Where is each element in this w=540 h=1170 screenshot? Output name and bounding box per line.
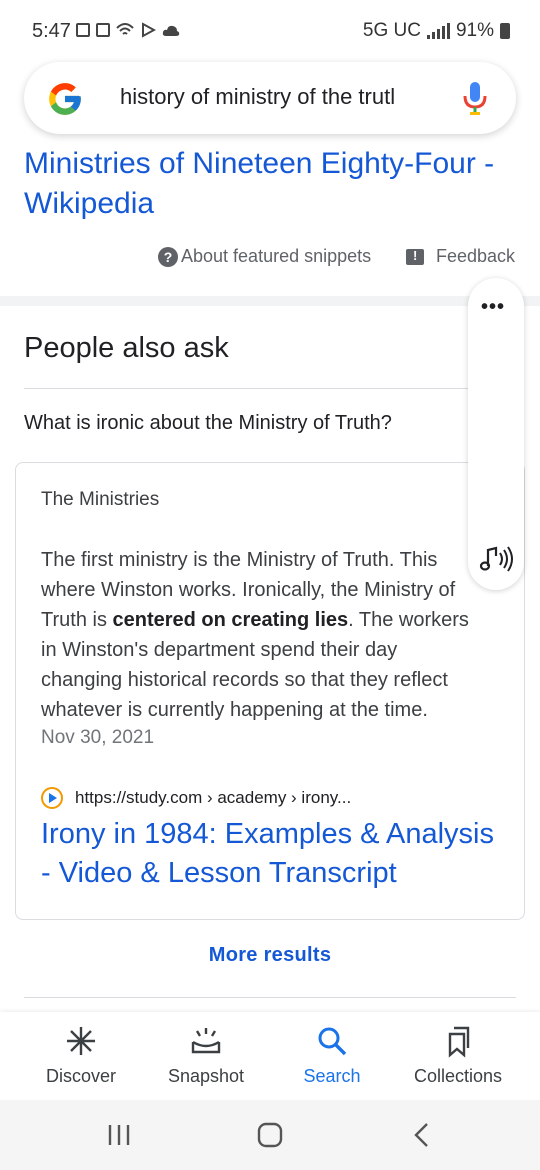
nav-label-search: Search — [303, 1066, 361, 1086]
search-bar[interactable]: history of ministry of the trutl — [24, 62, 516, 134]
feedback-label: Feedback — [436, 246, 516, 266]
nav-label-snapshot: Snapshot — [167, 1066, 245, 1086]
search-icon — [318, 1027, 347, 1056]
notification-icons — [76, 22, 180, 38]
battery-percent: 91% — [455, 20, 494, 41]
source-citation[interactable]: https://study.com › academy › irony... — [41, 787, 351, 809]
microphone-icon[interactable] — [462, 80, 488, 116]
paa-question[interactable]: What is ironic about the Ministry of Tru… — [24, 412, 392, 435]
wikipedia-result-link[interactable]: Ministries of Nineteen Eighty-Four - Wik… — [24, 144, 524, 224]
source-url[interactable]: https://study.com › academy › irony... — [75, 788, 351, 808]
about-featured-snippets-button[interactable]: ? About featured snippets — [158, 246, 371, 267]
status-right: 5G UC 91% — [363, 20, 510, 42]
battery-icon — [500, 23, 510, 39]
nav-collections[interactable]: Collections — [398, 1024, 518, 1087]
google-logo-icon[interactable] — [46, 80, 84, 118]
answer-card: The Ministries The first ministry is the… — [15, 462, 525, 920]
signal-icon — [426, 23, 450, 39]
feedback-button[interactable]: Feedback — [406, 246, 515, 267]
about-snippets-label: About featured snippets — [181, 246, 372, 266]
result-title-link[interactable]: Irony in 1984: Examples & Analysis - Vid… — [41, 815, 511, 893]
nav-label-discover: Discover — [45, 1066, 116, 1086]
wifi-icon — [116, 23, 134, 35]
more-results-button[interactable]: More results — [0, 944, 540, 967]
divider — [24, 388, 516, 389]
status-time: 5:47 — [32, 20, 71, 42]
back-icon[interactable] — [402, 1118, 442, 1152]
people-also-ask-heading: People also ask — [24, 332, 229, 364]
answer-text-bold: centered on creating lies — [112, 609, 349, 631]
nav-discover[interactable]: Discover — [21, 1024, 141, 1087]
search-input[interactable]: history of ministry of the trutl — [120, 84, 432, 110]
asterisk-icon — [67, 1027, 95, 1055]
cloud-icon — [162, 25, 180, 36]
network-label: 5G UC — [362, 20, 421, 41]
answer-heading: The Ministries — [41, 489, 160, 510]
section-divider — [0, 296, 540, 306]
nav-search[interactable]: Search — [272, 1024, 392, 1087]
play-store-icon — [142, 22, 156, 38]
study-favicon-icon — [41, 787, 63, 809]
recent-apps-icon[interactable] — [99, 1118, 139, 1152]
notification-icon — [76, 23, 90, 37]
floating-action-panel: ••• — [468, 278, 524, 590]
status-bar: 5:47 5G UC 91% — [0, 0, 540, 60]
home-icon[interactable] — [250, 1118, 290, 1152]
system-navigation-bar — [0, 1100, 540, 1170]
bookmark-icon — [448, 1026, 470, 1058]
help-icon: ? — [158, 246, 178, 267]
bottom-navigation: Discover Snapshot Search Collections — [0, 1012, 540, 1100]
more-options-icon[interactable]: ••• — [481, 296, 505, 319]
nav-label-collections: Collections — [413, 1066, 503, 1086]
snapshot-icon — [191, 1028, 221, 1054]
answer-date: Nov 30, 2021 — [41, 727, 155, 748]
divider — [24, 997, 516, 998]
read-aloud-icon[interactable] — [478, 544, 516, 574]
nav-snapshot[interactable]: Snapshot — [146, 1024, 266, 1087]
answer-body: The first ministry is the Ministry of Tr… — [41, 545, 481, 725]
image-icon — [96, 23, 110, 37]
feedback-icon — [406, 248, 424, 265]
snippet-actions: ? About featured snippets Feedback — [0, 244, 540, 274]
